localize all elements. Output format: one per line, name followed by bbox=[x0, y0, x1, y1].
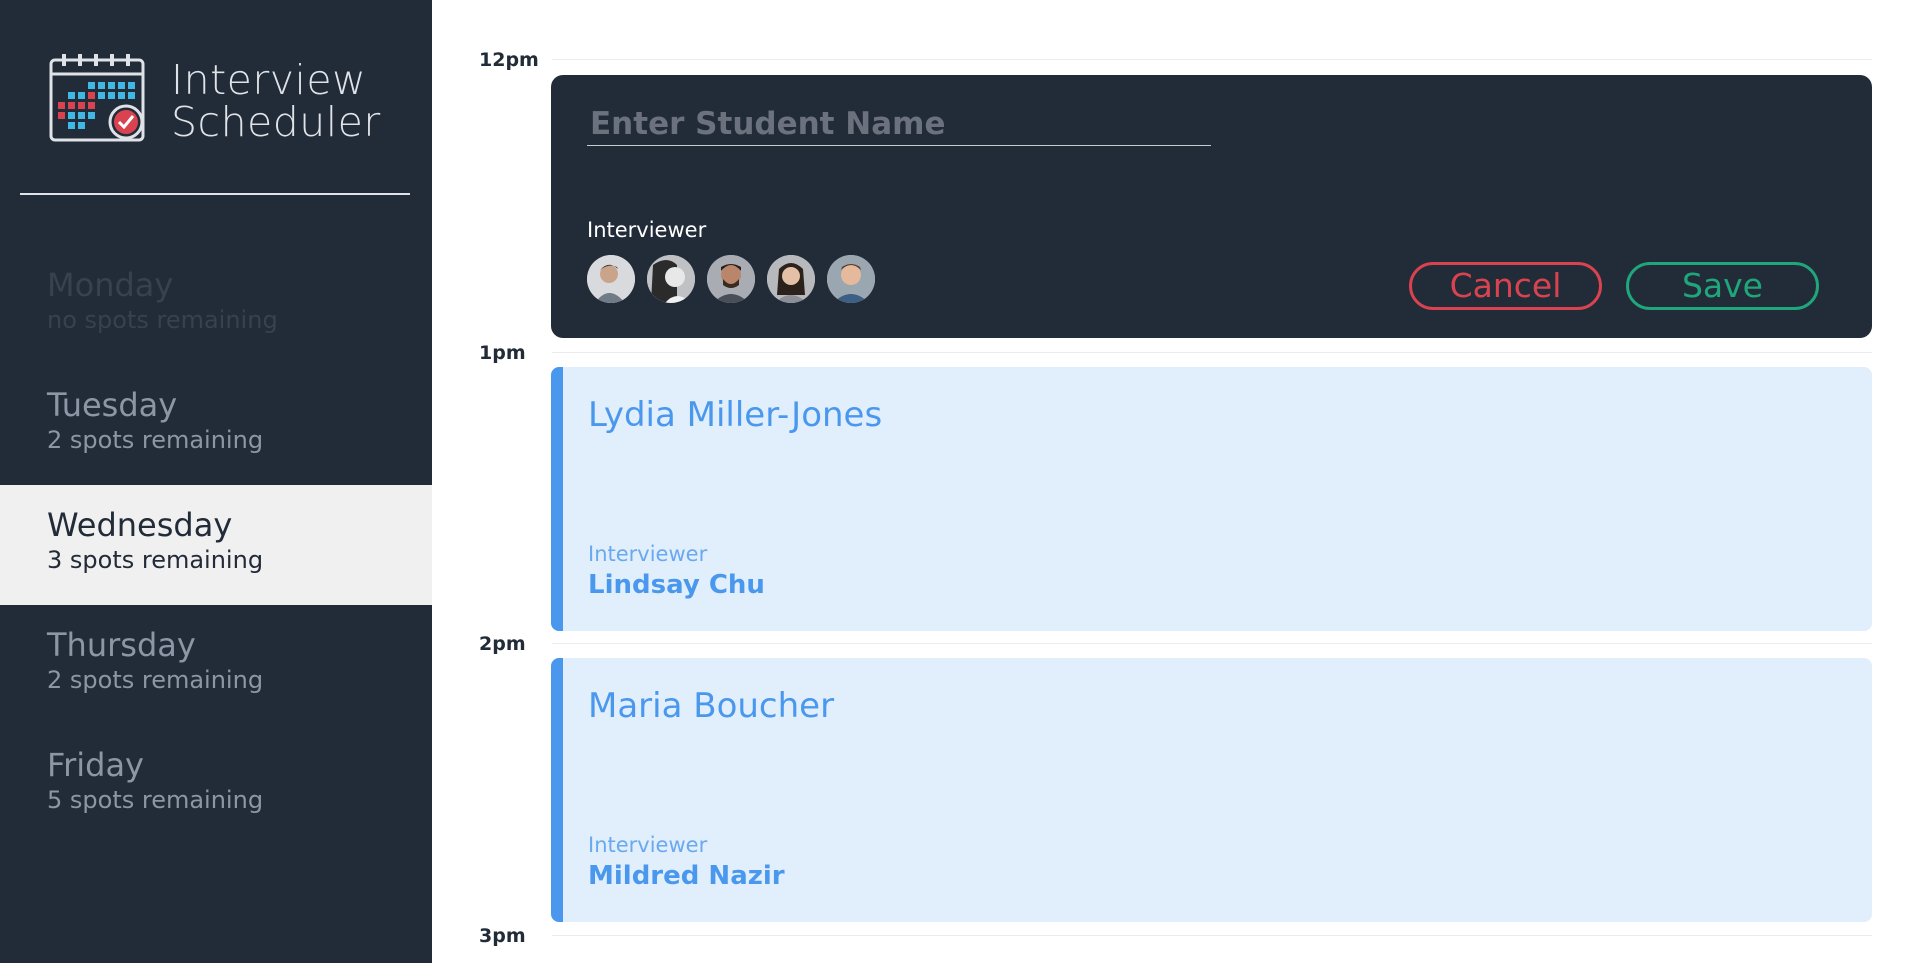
appointment-card[interactable]: Lydia Miller-Jones Interviewer Lindsay C… bbox=[551, 367, 1872, 631]
day-spots: 2 spots remaining bbox=[47, 426, 264, 454]
interviewer-caption: Interviewer bbox=[588, 542, 708, 566]
schedule: 12pm Interviewer bbox=[432, 0, 1916, 963]
day-name: Tuesday bbox=[47, 386, 178, 424]
interviewer-caption: Interviewer bbox=[588, 833, 708, 857]
day-name: Friday bbox=[47, 746, 144, 784]
save-button[interactable]: Save bbox=[1626, 262, 1819, 310]
day-item-tuesday[interactable]: Tuesday 2 spots remaining bbox=[0, 365, 432, 485]
day-item-wednesday[interactable]: Wednesday 3 spots remaining bbox=[0, 485, 432, 605]
day-name: Wednesday bbox=[47, 506, 233, 544]
interviewer-list bbox=[587, 255, 875, 303]
hour-label: 1pm bbox=[479, 342, 526, 364]
day-item-monday[interactable]: Monday no spots remaining bbox=[0, 245, 432, 365]
student-name: Maria Boucher bbox=[588, 686, 835, 726]
interviewer-name: Mildred Nazir bbox=[588, 861, 785, 891]
calendar-check-icon bbox=[49, 54, 145, 142]
appointment-form: Interviewer Cancel Save bbox=[551, 75, 1872, 338]
interviewer-heading: Interviewer bbox=[587, 218, 707, 242]
student-name-input[interactable] bbox=[587, 102, 1211, 146]
sidebar: Interview Scheduler Monday no spots rema… bbox=[0, 0, 432, 963]
hour-divider bbox=[552, 352, 1872, 353]
interviewer-name: Lindsay Chu bbox=[588, 570, 765, 600]
day-item-friday[interactable]: Friday 5 spots remaining bbox=[0, 725, 432, 845]
brand-title-line2: Scheduler bbox=[171, 98, 381, 146]
hour-label: 2pm bbox=[479, 633, 526, 655]
cancel-button[interactable]: Cancel bbox=[1409, 262, 1602, 310]
interviewer-avatar-3[interactable] bbox=[707, 255, 755, 303]
day-name: Thursday bbox=[47, 626, 196, 664]
interviewer-avatar-1[interactable] bbox=[587, 255, 635, 303]
hour-divider bbox=[552, 935, 1872, 936]
day-name: Monday bbox=[47, 266, 174, 304]
appointment-card[interactable]: Maria Boucher Interviewer Mildred Nazir bbox=[551, 658, 1872, 922]
interviewer-avatar-2[interactable] bbox=[647, 255, 695, 303]
app-root: Interview Scheduler Monday no spots rema… bbox=[0, 0, 1916, 963]
day-spots: 3 spots remaining bbox=[47, 546, 264, 574]
student-name: Lydia Miller-Jones bbox=[588, 395, 883, 435]
day-spots: no spots remaining bbox=[47, 306, 278, 334]
interviewer-avatar-5[interactable] bbox=[827, 255, 875, 303]
day-spots: 2 spots remaining bbox=[47, 666, 264, 694]
hour-divider bbox=[552, 643, 1872, 644]
interviewer-avatar-4[interactable] bbox=[767, 255, 815, 303]
hour-label: 12pm bbox=[479, 49, 539, 71]
sidebar-divider bbox=[20, 193, 410, 195]
day-spots: 5 spots remaining bbox=[47, 786, 264, 814]
brand-title-line1: Interview bbox=[171, 56, 367, 104]
hour-label: 3pm bbox=[479, 925, 526, 947]
hour-divider bbox=[552, 59, 1872, 60]
day-item-thursday[interactable]: Thursday 2 spots remaining bbox=[0, 605, 432, 725]
